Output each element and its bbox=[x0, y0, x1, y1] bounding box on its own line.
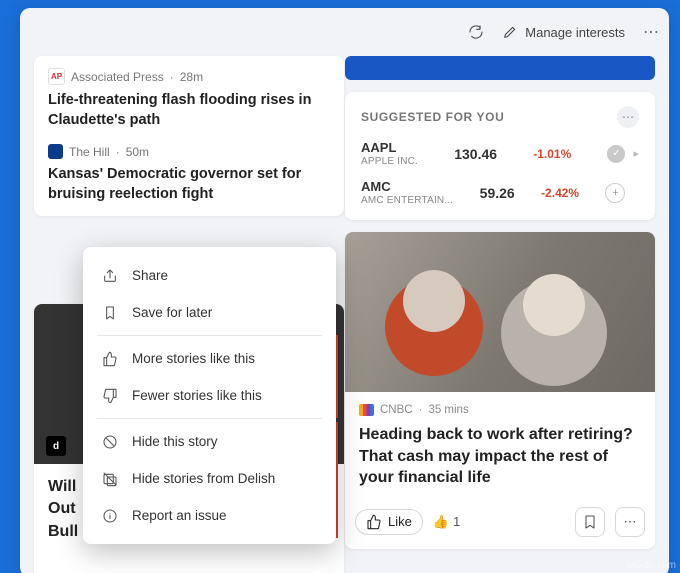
headline: Heading back to work after retiring? Tha… bbox=[359, 424, 641, 489]
source-logo-delish: d bbox=[46, 436, 66, 456]
ticker-symbol: AMC bbox=[361, 179, 453, 194]
story-context-menu: Share Save for later More stories like t… bbox=[83, 247, 336, 544]
menu-share[interactable]: Share bbox=[83, 257, 336, 294]
refresh-icon[interactable] bbox=[468, 24, 484, 40]
thumbs-down-icon bbox=[101, 387, 118, 404]
source-name: Associated Press bbox=[71, 70, 164, 84]
news-item[interactable]: AP Associated Press · 28m Life-threateni… bbox=[48, 68, 330, 130]
headline: Kansas' Democratic governor set for brui… bbox=[48, 165, 330, 204]
ticker-change: -2.42% bbox=[541, 186, 579, 200]
menu-report-issue[interactable]: Report an issue bbox=[83, 497, 336, 534]
add-icon[interactable]: + bbox=[605, 183, 625, 203]
block-icon bbox=[101, 433, 118, 450]
ticker-row[interactable]: AAPL APPLE INC. 130.46 -1.01% ✓ ▸ bbox=[361, 140, 639, 167]
bookmark-icon bbox=[101, 304, 118, 321]
source-name: The Hill bbox=[69, 145, 110, 159]
hide-source-icon bbox=[101, 470, 118, 487]
timestamp: 28m bbox=[180, 70, 203, 84]
source-name: CNBC bbox=[380, 404, 413, 416]
ticker-row[interactable]: AMC AMC ENTERTAIN... 59.26 -2.42% + ▸ bbox=[361, 179, 639, 206]
suggested-title: SUGGESTED FOR YOU bbox=[361, 110, 504, 124]
suggested-for-you-card: SUGGESTED FOR YOU ⋯ AAPL APPLE INC. 130.… bbox=[345, 92, 655, 220]
timestamp: 35 mins bbox=[428, 404, 468, 416]
ticker-price: 130.46 bbox=[454, 146, 497, 162]
menu-save-for-later[interactable]: Save for later bbox=[83, 294, 336, 331]
timestamp: 50m bbox=[126, 145, 149, 159]
story-card-right[interactable]: CNBC · 35 mins Heading back to work afte… bbox=[345, 232, 655, 549]
share-icon bbox=[101, 267, 118, 284]
menu-fewer-like-this[interactable]: Fewer stories like this bbox=[83, 377, 336, 414]
news-list-card: AP Associated Press · 28m Life-threateni… bbox=[34, 56, 344, 216]
news-item[interactable]: The Hill · 50m Kansas' Democratic govern… bbox=[48, 144, 330, 204]
story-image bbox=[345, 232, 655, 392]
manage-interests-button[interactable]: Manage interests bbox=[502, 24, 625, 40]
ticker-company: AMC ENTERTAIN... bbox=[361, 195, 453, 206]
thumbs-up-icon bbox=[101, 350, 118, 367]
source-logo-hill bbox=[48, 144, 63, 159]
reaction-count[interactable]: 👍 1 bbox=[433, 514, 460, 530]
manage-interests-label: Manage interests bbox=[525, 25, 625, 40]
chevron-right-icon: ▸ bbox=[633, 147, 639, 160]
menu-more-like-this[interactable]: More stories like this bbox=[83, 340, 336, 377]
more-icon[interactable]: ⋯ bbox=[643, 24, 659, 40]
menu-hide-source[interactable]: Hide stories from Delish bbox=[83, 460, 336, 497]
weather-strip[interactable] bbox=[345, 56, 655, 80]
source-logo-ap: AP bbox=[48, 68, 65, 85]
bookmark-button[interactable] bbox=[575, 507, 605, 537]
ticker-change: -1.01% bbox=[533, 147, 571, 161]
ticker-company: APPLE INC. bbox=[361, 156, 418, 167]
source-logo-cnbc bbox=[359, 404, 374, 416]
card-more-button[interactable]: ⋯ bbox=[615, 507, 645, 537]
widget-topbar: Manage interests ⋯ bbox=[20, 8, 669, 56]
ticker-price: 59.26 bbox=[480, 185, 515, 201]
ticker-symbol: AAPL bbox=[361, 140, 418, 155]
like-button[interactable]: Like bbox=[355, 509, 423, 535]
headline: Life-threatening flash flooding rises in… bbox=[48, 91, 330, 130]
pencil-icon bbox=[502, 24, 518, 40]
watermark: wsxdn.com bbox=[626, 560, 676, 571]
suggested-more-icon[interactable]: ⋯ bbox=[617, 106, 639, 128]
info-icon bbox=[101, 507, 118, 524]
menu-hide-story[interactable]: Hide this story bbox=[83, 423, 336, 460]
check-icon[interactable]: ✓ bbox=[607, 145, 625, 163]
